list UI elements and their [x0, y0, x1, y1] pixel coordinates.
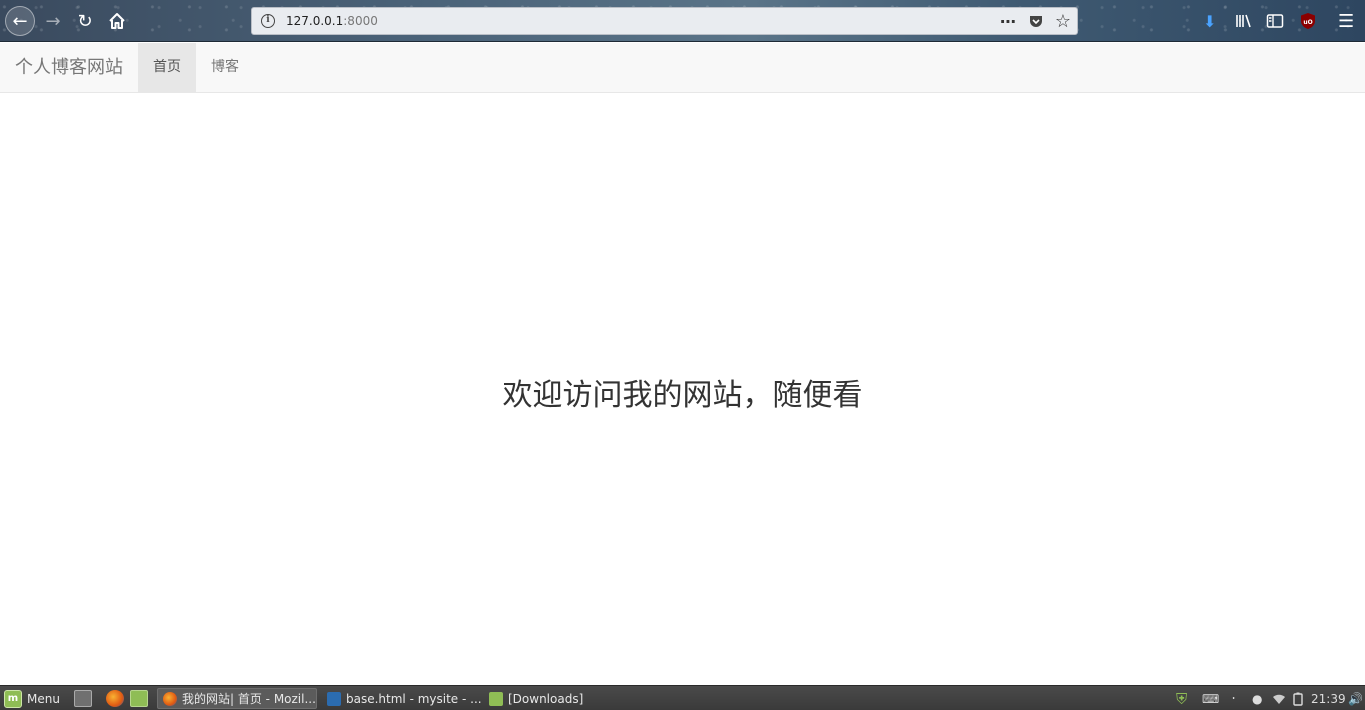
- back-button[interactable]: ←: [5, 6, 35, 36]
- info-icon[interactable]: i: [261, 14, 275, 28]
- ublock-label: uO: [1303, 19, 1312, 26]
- url-bar[interactable]: i 127.0.0.1:8000 ⋯ ☆: [251, 7, 1078, 35]
- clock[interactable]: 21:39: [1311, 690, 1346, 707]
- battery-icon[interactable]: [1292, 690, 1304, 707]
- task-label: base.html - mysite - ...: [346, 691, 482, 706]
- url-host: 127.0.0.1: [286, 14, 344, 28]
- nav-item-home[interactable]: 首页: [138, 43, 196, 92]
- browser-toolbar: ← → ↻ i 127.0.0.1:8000 ⋯ ☆ ⬇ uO ☰: [0, 0, 1365, 42]
- task-label: [Downloads]: [508, 691, 584, 706]
- ublock-icon[interactable]: uO: [1299, 9, 1317, 33]
- site-navbar: 个人博客网站 首页 博客: [0, 43, 1365, 93]
- bluetooth-icon[interactable]: ᛫: [1230, 690, 1237, 707]
- nav-item-blog[interactable]: 博客: [196, 43, 254, 92]
- sidebar-icon[interactable]: [1266, 9, 1284, 33]
- home-button[interactable]: [102, 6, 132, 36]
- keyboard-icon[interactable]: ⌨: [1202, 690, 1219, 707]
- url-text[interactable]: 127.0.0.1:8000: [286, 14, 378, 28]
- hamburger-menu-icon[interactable]: ☰: [1338, 9, 1354, 33]
- page-actions-icon[interactable]: ⋯: [1000, 8, 1017, 34]
- mint-logo-icon: m: [4, 689, 22, 708]
- firefox-launcher-icon[interactable]: [106, 690, 124, 707]
- firefox-icon: [163, 691, 177, 706]
- volume-icon[interactable]: 🔊: [1348, 690, 1363, 707]
- show-desktop-icon[interactable]: [74, 690, 92, 707]
- task-label: 我的网站| 首页 - Mozil...: [182, 692, 316, 706]
- wifi-icon[interactable]: [1272, 690, 1286, 707]
- home-icon: [109, 13, 125, 29]
- bookmark-star-icon[interactable]: ☆: [1055, 8, 1071, 34]
- forward-icon: →: [45, 10, 61, 32]
- task-files-window[interactable]: [Downloads]: [484, 688, 644, 709]
- reload-button[interactable]: ↻: [70, 6, 100, 36]
- welcome-heading: 欢迎访问我的网站，随便看: [502, 378, 863, 413]
- update-shield-icon[interactable]: ⛨: [1176, 690, 1187, 708]
- library-icon[interactable]: [1235, 9, 1253, 33]
- task-firefox-window[interactable]: 我的网站| 首页 - Mozil...: [157, 688, 317, 709]
- start-menu-button[interactable]: m Menu: [4, 689, 60, 708]
- back-icon: ←: [12, 10, 28, 32]
- user-icon[interactable]: ●: [1252, 690, 1262, 707]
- forward-button[interactable]: →: [38, 6, 68, 36]
- reload-icon: ↻: [77, 10, 93, 32]
- download-icon[interactable]: ⬇: [1203, 9, 1216, 33]
- task-vscode-window[interactable]: base.html - mysite - ...: [322, 688, 482, 709]
- site-brand[interactable]: 个人博客网站: [15, 43, 123, 93]
- url-port: :8000: [343, 14, 378, 28]
- folder-icon: [489, 691, 503, 706]
- menu-label: Menu: [27, 691, 60, 706]
- desktop-taskbar: m Menu 我的网站| 首页 - Mozil... base.html - m…: [0, 685, 1365, 710]
- vscode-icon: [327, 691, 341, 706]
- pocket-icon[interactable]: [1028, 8, 1044, 34]
- files-launcher-icon[interactable]: [130, 690, 148, 707]
